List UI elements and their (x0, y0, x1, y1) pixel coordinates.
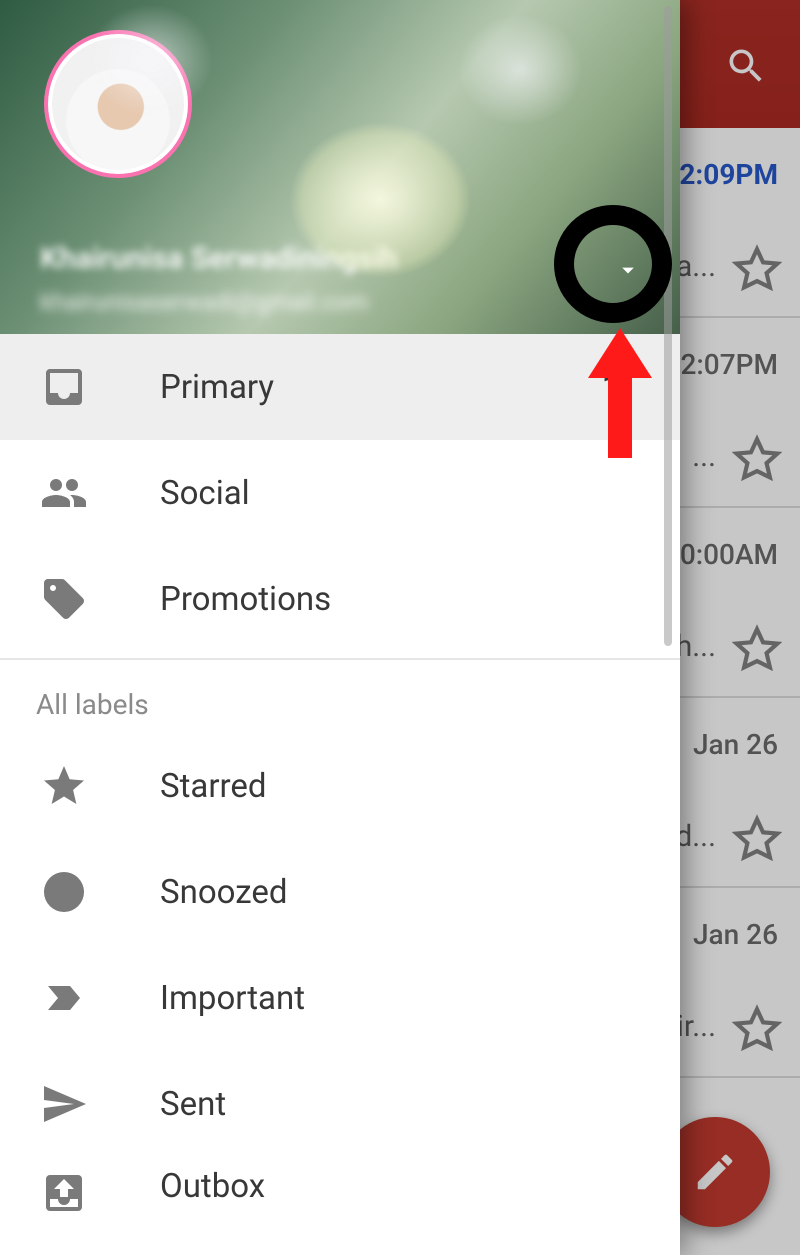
nav-item-label: Starred (160, 767, 267, 806)
drawer-nav: Primary 1 Social Promotions All labels (0, 334, 680, 1255)
star-icon[interactable] (732, 624, 782, 674)
nav-item-social[interactable]: Social (0, 440, 680, 546)
row-time: Jan 26 (693, 728, 778, 761)
row-time: 10:00AM (664, 538, 778, 571)
account-switcher-toggle[interactable] (614, 256, 642, 284)
section-title-all-labels: All labels (0, 660, 680, 733)
people-icon (38, 467, 90, 519)
star-icon[interactable] (732, 814, 782, 864)
nav-item-starred[interactable]: Starred (0, 733, 680, 839)
nav-item-snoozed[interactable]: Snoozed (0, 839, 680, 945)
row-time: Jan 26 (693, 918, 778, 951)
row-snippet: d... (675, 819, 716, 854)
nav-item-outbox[interactable]: Outbox (0, 1157, 680, 1217)
navigation-drawer: Khairunisa Serwadiningsih khairunisaserw… (0, 0, 680, 1255)
account-name: Khairunisa Serwadiningsih (40, 241, 398, 276)
nav-item-label: Outbox (160, 1167, 265, 1206)
account-email: khairunisaserwadi@gmail.com (40, 288, 369, 316)
nav-item-label: Promotions (160, 580, 331, 619)
nav-item-important[interactable]: Important (0, 945, 680, 1051)
drawer-header: Khairunisa Serwadiningsih khairunisaserw… (0, 0, 680, 334)
star-icon[interactable] (732, 244, 782, 294)
nav-item-sent[interactable]: Sent (0, 1051, 680, 1157)
chevron-down-icon (614, 256, 642, 284)
row-time: 12:07PM (665, 348, 778, 381)
nav-item-count: 1 (602, 368, 620, 406)
avatar[interactable] (44, 30, 192, 178)
send-icon (38, 1078, 90, 1130)
tag-icon (38, 573, 90, 625)
row-snippet: ... (692, 439, 716, 474)
star-icon[interactable] (732, 434, 782, 484)
nav-item-label: Sent (160, 1085, 226, 1124)
inbox-icon (38, 361, 90, 413)
important-icon (38, 972, 90, 1024)
nav-item-promotions[interactable]: Promotions (0, 546, 680, 652)
row-time: 12:09PM (663, 158, 778, 191)
search-icon[interactable] (724, 44, 768, 88)
star-filled-icon (38, 760, 90, 812)
pencil-icon (692, 1149, 738, 1195)
nav-item-primary[interactable]: Primary 1 (0, 334, 680, 440)
star-icon[interactable] (732, 1004, 782, 1054)
nav-item-label: Important (160, 979, 305, 1018)
scrollbar[interactable] (664, 6, 672, 646)
nav-item-label: Snoozed (160, 873, 287, 912)
nav-item-label: Social (160, 474, 250, 513)
nav-item-label: Primary (160, 368, 274, 407)
clock-icon (38, 866, 90, 918)
outbox-icon (38, 1167, 90, 1219)
